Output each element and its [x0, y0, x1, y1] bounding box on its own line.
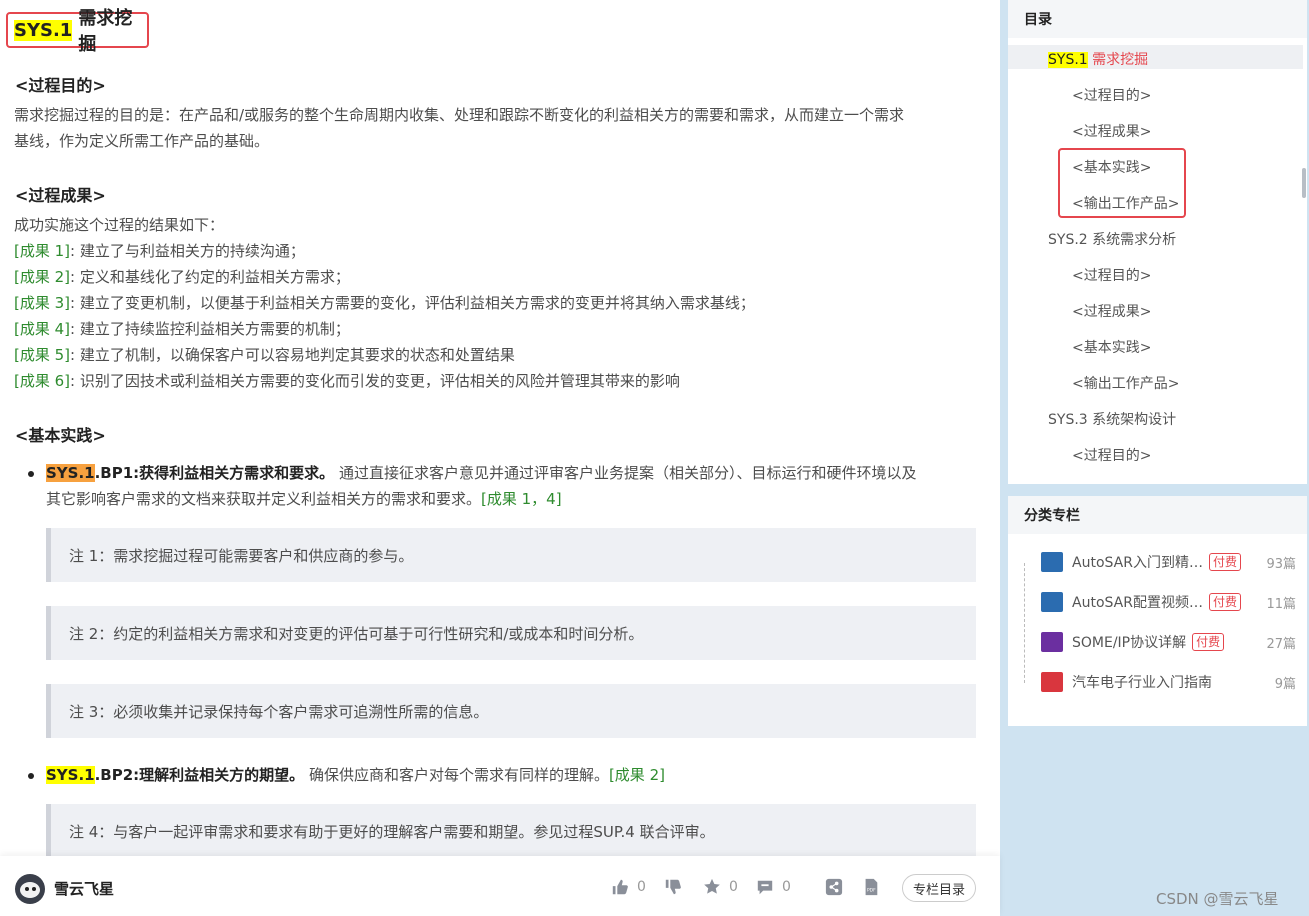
- toc-item-sys1[interactable]: SYS.1 需求挖掘: [1048, 49, 1148, 69]
- author-avatar[interactable]: [15, 874, 45, 904]
- heading-outcomes: <过程成果>: [15, 186, 106, 205]
- toc-item[interactable]: <基本实践>: [1072, 337, 1151, 357]
- paid-badge: 付费: [1208, 553, 1241, 571]
- article-footer-toolbar: [0, 856, 1000, 916]
- toc-scrollbar[interactable]: [1302, 168, 1306, 198]
- title-tag: SYS.1: [14, 19, 73, 41]
- like-button[interactable]: 0: [611, 878, 646, 896]
- comment-icon: [757, 880, 773, 895]
- pdf-button[interactable]: PDF: [862, 878, 880, 896]
- star-icon: [704, 878, 720, 894]
- paid-badge: 付费: [1192, 633, 1225, 651]
- heading-purpose: <过程目的>: [15, 76, 106, 95]
- article-title: SYS.1 需求挖掘: [6, 8, 149, 55]
- category-item[interactable]: AutoSAR入门到精… 付费 93篇: [1024, 550, 1296, 574]
- bp1-title: .BP1:获得利益相关方需求和要求。: [94, 464, 335, 482]
- purpose-line-1: 需求挖掘过程的目的是：在产品和/或服务的整个生命周期内收集、处理和跟踪不断变化的…: [14, 106, 905, 124]
- svg-text:PDF: PDF: [867, 888, 876, 894]
- toc-item[interactable]: <过程目的>: [1072, 265, 1151, 285]
- bullet-dot: [28, 471, 34, 477]
- category-item[interactable]: AutoSAR配置视频… 付费 11篇: [1024, 590, 1296, 614]
- note-1: 注 1：需求挖掘过程可能需要客户和供应商的参与。: [46, 528, 976, 582]
- bp2-ref: [成果 2]: [608, 766, 665, 784]
- thumbs-down-icon: [665, 879, 681, 895]
- annotation-box: [1058, 148, 1186, 218]
- bp2-title: .BP2:理解利益相关方的期望。: [94, 766, 305, 784]
- bp2-item: SYS.1.BP2:理解利益相关方的期望。 确保供应商和客户对每个需求有同样的理…: [28, 762, 973, 788]
- toc-item[interactable]: <过程成果>: [1072, 121, 1151, 141]
- column-cover-icon: [1041, 632, 1063, 652]
- share-icon: [825, 878, 843, 896]
- category-item[interactable]: 汽车电子行业入门指南 9篇: [1024, 670, 1296, 694]
- tree-line: [1024, 563, 1026, 683]
- category-heading: 分类专栏: [1008, 496, 1307, 534]
- toc-item-sys2[interactable]: SYS.2 系统需求分析: [1048, 229, 1176, 249]
- outcome-item: [成果 2]: 定义和基线化了约定的利益相关方需求；: [14, 268, 350, 286]
- thumbs-up-icon: [612, 879, 628, 895]
- purpose-line-2: 基线，作为定义所需工作产品的基础。: [14, 132, 270, 150]
- bullet-dot: [28, 773, 34, 779]
- outcome-item: [成果 5]: 建立了机制，以确保客户可以容易地判定其要求的状态和处置结果: [14, 346, 515, 364]
- comment-button[interactable]: 0: [756, 878, 791, 896]
- column-cover-icon: [1041, 592, 1063, 612]
- toc-item[interactable]: <输出工作产品>: [1072, 373, 1179, 393]
- note-3: 注 3：必须收集并记录保持每个客户需求可追溯性所需的信息。: [46, 684, 976, 738]
- share-button[interactable]: [825, 878, 843, 896]
- watermark: CSDN @雪云飞星: [1156, 890, 1279, 908]
- pdf-icon: PDF: [865, 878, 878, 896]
- favorite-button[interactable]: 0: [703, 878, 738, 896]
- toc-item[interactable]: <过程成果>: [1072, 301, 1151, 321]
- bp1-tag: SYS.1: [46, 464, 95, 482]
- category-item[interactable]: SOME/IP协议详解 付费 27篇: [1024, 630, 1296, 654]
- column-cover-icon: [1041, 552, 1063, 572]
- author-name[interactable]: 雪云飞星: [54, 878, 114, 899]
- toc-item-sys3[interactable]: SYS.3 系统架构设计: [1048, 409, 1176, 429]
- toc-item[interactable]: <过程目的>: [1072, 85, 1151, 105]
- bp1-ref: [成果 1，4]: [481, 490, 562, 508]
- title-text: 需求挖掘: [78, 8, 133, 55]
- paid-badge: 付费: [1208, 593, 1241, 611]
- heading-practices: <基本实践>: [15, 426, 106, 445]
- outcomes-intro: 成功实施这个过程的结果如下：: [14, 216, 225, 234]
- article-body: SYS.1 需求挖掘 <过程目的> 需求挖掘过程的目的是：在产品和/或服务的整个…: [0, 0, 1000, 916]
- column-toc-button[interactable]: 专栏目录: [902, 874, 976, 902]
- outcome-item: [成果 3]: 建立了变更机制，以便基于利益相关方需要的变化，评估利益相关方需求…: [14, 294, 755, 312]
- bp1-item: SYS.1.BP1:获得利益相关方需求和要求。 通过直接征求客户意见并通过评审客…: [28, 460, 973, 512]
- outcome-item: [成果 1]: 建立了与利益相关方的持续沟通；: [14, 242, 305, 260]
- toc-heading: 目录: [1008, 0, 1307, 38]
- outcome-item: [成果 6]: 识别了因技术或利益相关方需要的变化而引发的变更，评估相关的风险并…: [14, 372, 680, 390]
- note-2: 注 2：约定的利益相关方需求和对变更的评估可基于可行性研究和/或成本和时间分析。: [46, 606, 976, 660]
- toc-item[interactable]: <过程目的>: [1072, 445, 1151, 465]
- note-4: 注 4：与客户一起评审需求和要求有助于更好的理解客户需要和期望。参见过程SUP.…: [46, 804, 976, 858]
- dislike-button[interactable]: [664, 878, 682, 896]
- bp2-tag: SYS.1: [46, 766, 95, 784]
- column-cover-icon: [1041, 672, 1063, 692]
- outcome-item: [成果 4]: 建立了持续监控利益相关方需要的机制；: [14, 320, 350, 338]
